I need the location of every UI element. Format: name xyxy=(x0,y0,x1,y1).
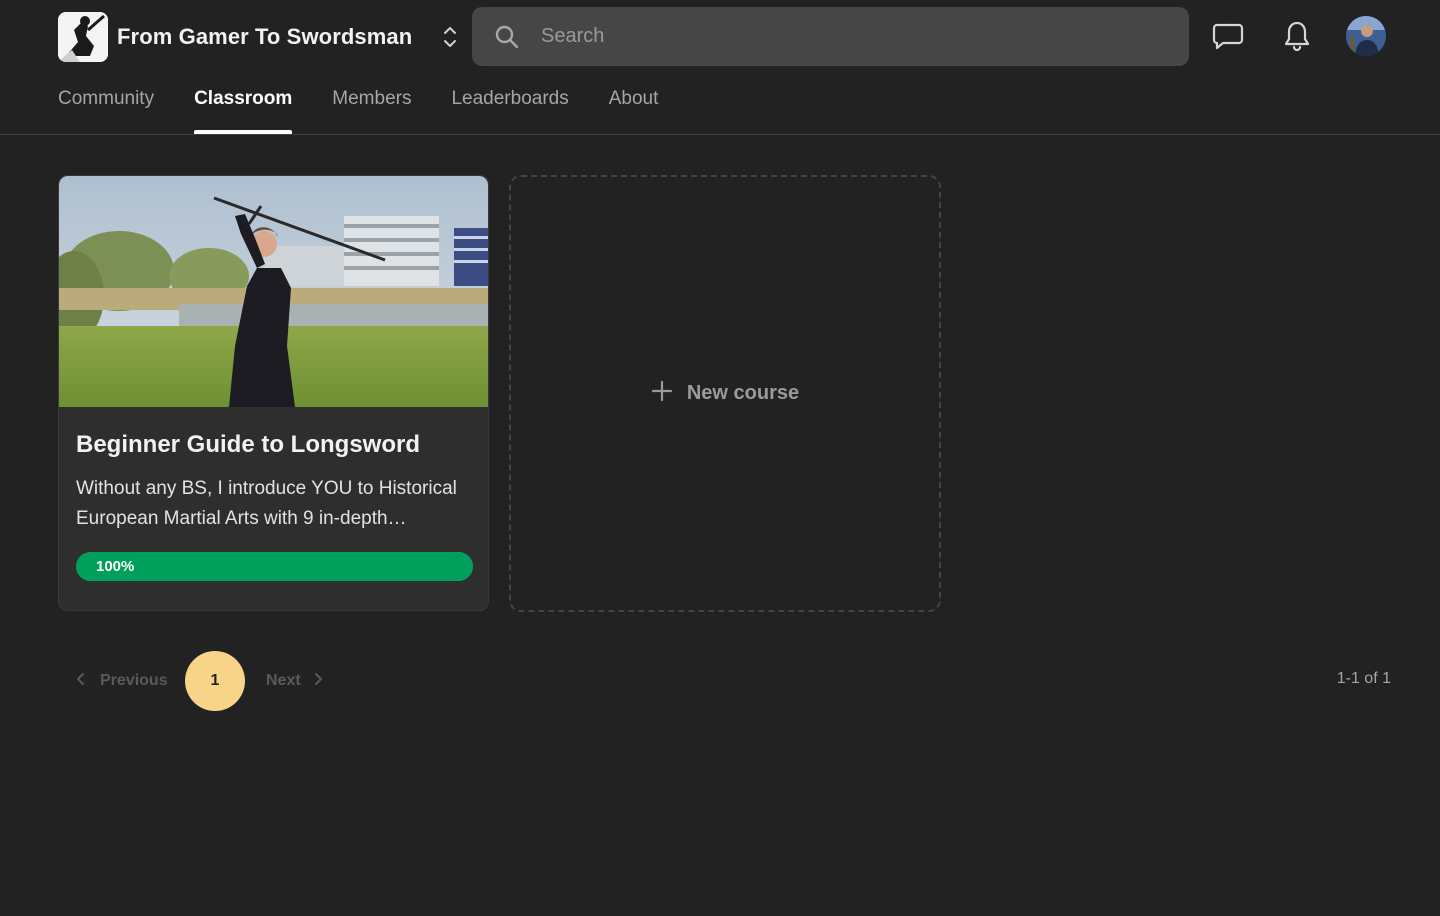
course-card[interactable]: Beginner Guide to Longsword Without any … xyxy=(58,175,489,611)
chevron-up-down-icon[interactable] xyxy=(440,22,460,52)
results-range: 1-1 of 1 xyxy=(1336,670,1391,687)
page-number-current[interactable]: 1 xyxy=(185,651,245,711)
search-input[interactable] xyxy=(541,7,1189,66)
search-icon xyxy=(472,7,541,66)
previous-page-button[interactable]: Previous xyxy=(74,668,168,694)
bell-icon[interactable] xyxy=(1277,16,1317,56)
progress-label: 100% xyxy=(96,558,135,575)
course-cover-image xyxy=(59,176,488,407)
progress-fill xyxy=(76,552,473,581)
new-course-button[interactable]: New course xyxy=(509,175,941,612)
group-logo xyxy=(58,12,108,62)
user-avatar[interactable] xyxy=(1346,16,1386,56)
chevron-right-icon xyxy=(311,671,325,692)
previous-label: Previous xyxy=(100,672,168,689)
next-page-button[interactable]: Next xyxy=(266,668,325,694)
top-header: From Gamer To Swordsman Search Community… xyxy=(0,0,1440,135)
chat-bubble-icon[interactable] xyxy=(1208,16,1248,56)
chevron-left-icon xyxy=(74,671,88,692)
course-title: Beginner Guide to Longsword xyxy=(76,431,420,458)
tab-community[interactable]: Community xyxy=(58,82,154,134)
new-course-label: New course xyxy=(686,382,800,404)
course-progress-bar: 100% xyxy=(76,552,473,581)
plus-icon xyxy=(651,380,673,407)
tab-leaderboards[interactable]: Leaderboards xyxy=(451,82,568,134)
course-description: Without any BS, I introduce YOU to Histo… xyxy=(76,478,457,529)
tab-members[interactable]: Members xyxy=(332,82,411,134)
tab-about[interactable]: About xyxy=(609,82,659,134)
nav-tabs: Community Classroom Members Leaderboards… xyxy=(58,82,698,134)
group-name: From Gamer To Swordsman xyxy=(117,24,413,49)
next-label: Next xyxy=(266,672,301,689)
group-switcher[interactable]: From Gamer To Swordsman xyxy=(58,12,460,62)
tab-classroom[interactable]: Classroom xyxy=(194,82,293,134)
search-bar[interactable] xyxy=(472,7,1189,66)
